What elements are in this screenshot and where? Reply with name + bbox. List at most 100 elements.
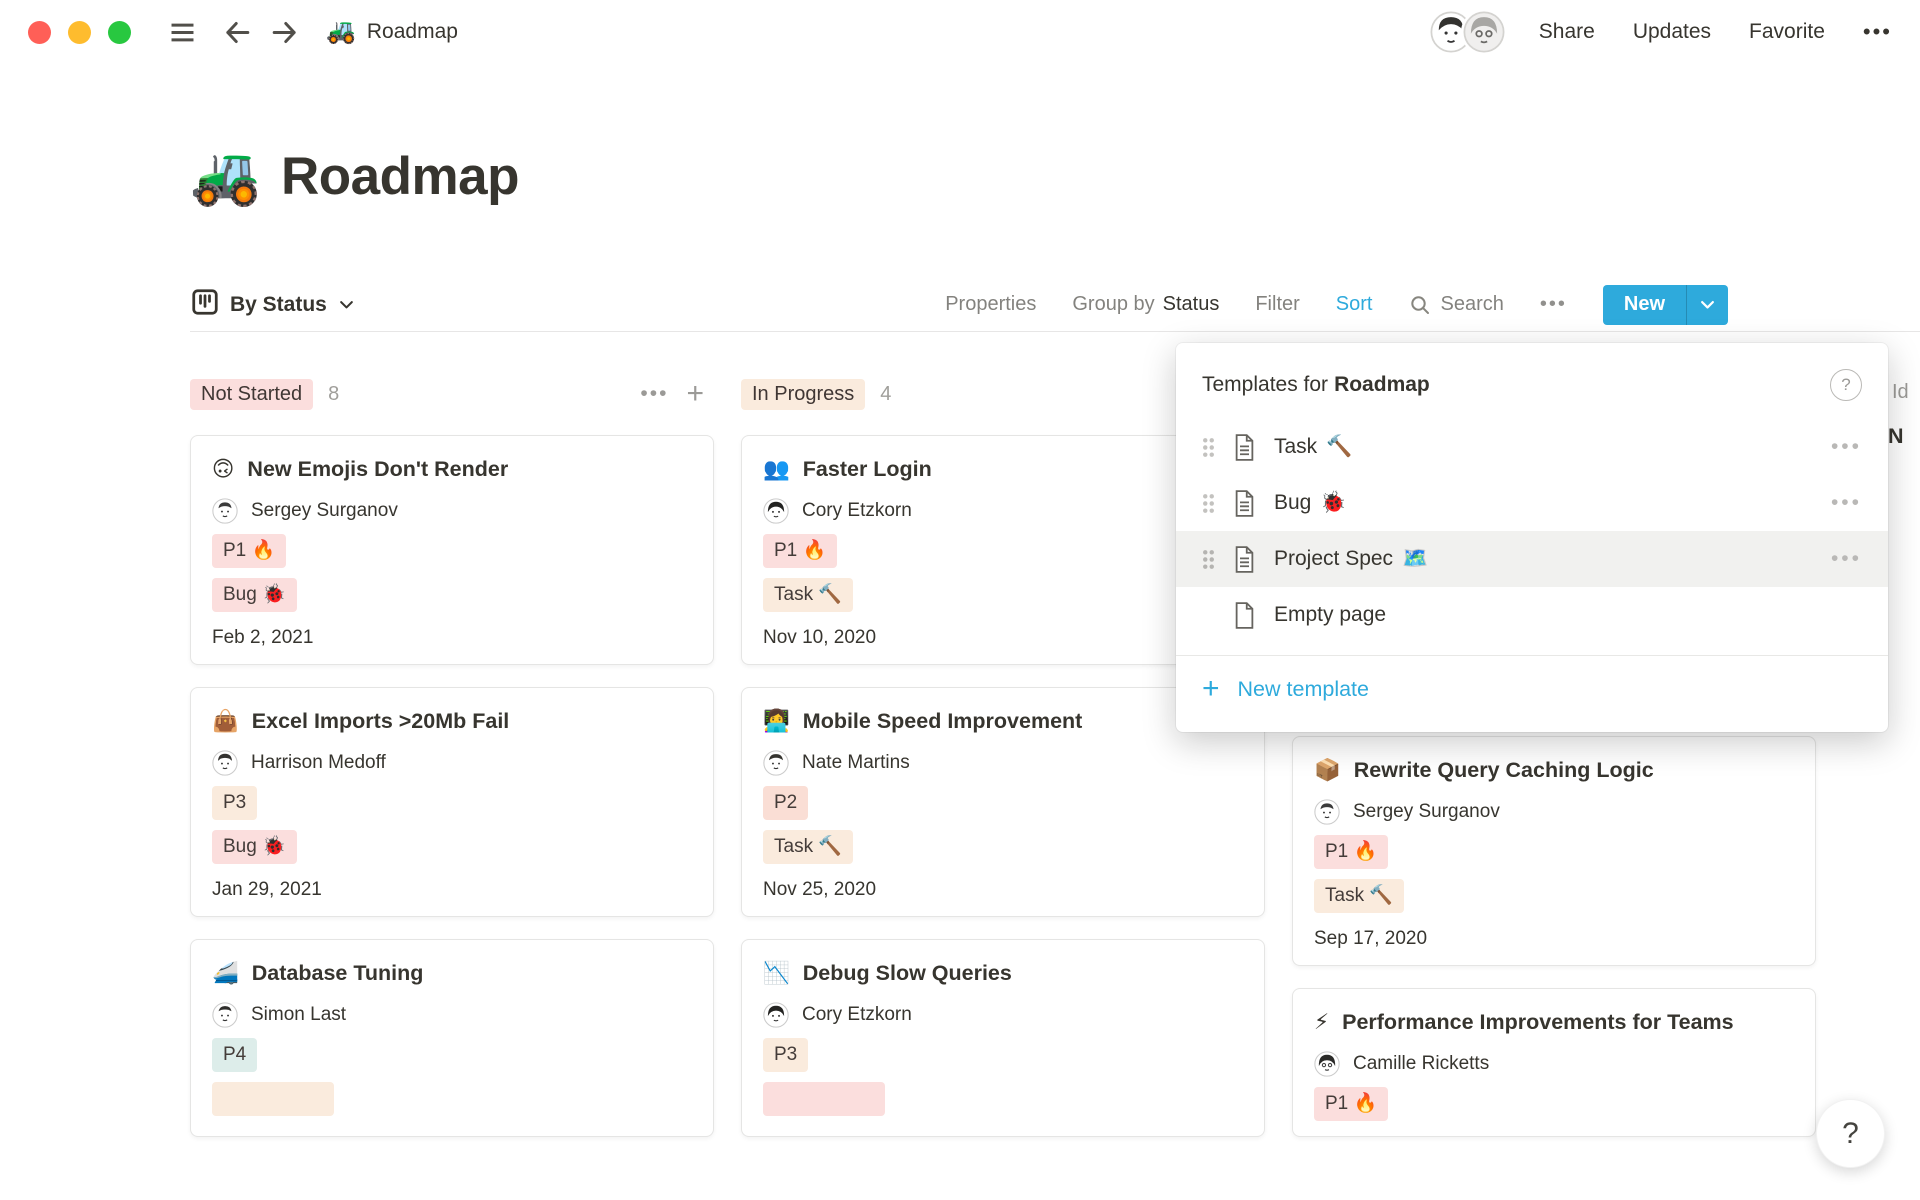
column-header: Not Started 8 ••• + (190, 376, 714, 412)
breadcrumb[interactable]: 🚜 Roadmap (326, 20, 458, 44)
search-button[interactable]: Search (1408, 293, 1503, 317)
card-emoji-icon: 🙃 (212, 457, 234, 481)
card-emoji-icon: 👩‍💻 (763, 709, 790, 733)
search-label: Search (1440, 293, 1503, 316)
avatar (212, 750, 238, 776)
breadcrumb-title: Roadmap (367, 20, 458, 44)
world-map-emoji-icon: 🗺️ (1402, 547, 1428, 571)
group-by-label: Group by (1072, 293, 1154, 316)
avatar (763, 498, 789, 524)
templates-title-name: Roadmap (1334, 373, 1430, 397)
board-card[interactable]: 👜Excel Imports >20Mb Fail Harrison Medof… (190, 687, 714, 917)
templates-dropdown: Templates for Roadmap ? Task 🔨 ••• Bug 🐞… (1176, 343, 1888, 732)
page-emoji-icon[interactable]: 🚜 (190, 148, 261, 205)
new-button[interactable]: New (1603, 285, 1728, 325)
template-item-project-spec[interactable]: Project Spec 🗺️ ••• (1176, 531, 1888, 587)
board-view-icon (190, 287, 220, 323)
card-person: Nate Martins (763, 750, 1243, 776)
card-title: 👩‍💻Mobile Speed Improvement (763, 705, 1243, 737)
favorite-button[interactable]: Favorite (1749, 20, 1825, 44)
column-count: 4 (880, 383, 891, 406)
column-more-icon[interactable]: ••• (640, 382, 668, 406)
board-card[interactable]: 📉Debug Slow Queries Cory Etzkorn P3 (741, 939, 1265, 1137)
card-person: Simon Last (212, 1002, 692, 1028)
board-card[interactable]: 🚄Database Tuning Simon Last P4 (190, 939, 714, 1137)
share-button[interactable]: Share (1539, 20, 1595, 44)
view-switcher[interactable]: By Status (190, 287, 356, 323)
traffic-lights (28, 21, 131, 44)
new-button-label[interactable]: New (1603, 285, 1686, 325)
card-emoji-icon: 📦 (1314, 758, 1341, 782)
card-date: Nov 10, 2020 (763, 627, 1243, 649)
properties-button[interactable]: Properties (945, 293, 1036, 316)
card-person: Cory Etzkorn (763, 498, 1243, 524)
new-button-chevron-icon[interactable] (1686, 285, 1728, 325)
priority-tag: P3 (763, 1038, 808, 1072)
drag-handle-icon[interactable] (1202, 437, 1216, 458)
template-more-icon[interactable]: ••• (1831, 491, 1862, 515)
card-person: Camille Ricketts (1314, 1051, 1794, 1077)
templates-help-icon[interactable]: ? (1830, 369, 1862, 401)
new-template-label: New template (1238, 677, 1369, 702)
board-card[interactable]: ⚡Performance Improvements for Teams Cami… (1292, 988, 1816, 1137)
board-column-not-started: Not Started 8 ••• + 🙃New Emojis Don't Re… (190, 376, 714, 1137)
view-toolbar: By Status Properties Group by Status Fil… (190, 278, 1920, 332)
drag-handle-icon[interactable] (1202, 549, 1216, 570)
card-date: Nov 25, 2020 (763, 879, 1243, 901)
updates-button[interactable]: Updates (1633, 20, 1711, 44)
group-by-button[interactable]: Group by Status (1072, 293, 1219, 316)
priority-tag: P1 🔥 (1314, 835, 1388, 869)
search-icon (1408, 293, 1432, 317)
sort-button[interactable]: Sort (1336, 293, 1373, 316)
card-title: 📦Rewrite Query Caching Logic (1314, 754, 1794, 786)
sidebar-menu-icon[interactable] (167, 17, 198, 48)
avatar (212, 1002, 238, 1028)
window-topbar: 🚜 Roadmap Share Updates Favorite ••• (0, 0, 1920, 64)
board-card[interactable]: 🙃New Emojis Don't Render Sergey Surganov… (190, 435, 714, 665)
more-options-icon[interactable]: ••• (1863, 19, 1892, 45)
collaborator-avatars[interactable] (1430, 11, 1505, 53)
group-by-value: Status (1163, 293, 1220, 316)
tractor-emoji-icon: 🚜 (326, 20, 356, 44)
type-tag: Bug 🐞 (212, 830, 297, 864)
type-tag (763, 1082, 885, 1116)
avatar (1463, 11, 1505, 53)
card-emoji-icon: 👥 (763, 457, 790, 481)
back-arrow-icon[interactable] (222, 17, 253, 48)
template-item-empty-page[interactable]: Empty page (1176, 587, 1888, 643)
toolbar-more-icon[interactable]: ••• (1540, 293, 1567, 316)
avatar (763, 1002, 789, 1028)
avatar (763, 750, 789, 776)
template-more-icon[interactable]: ••• (1831, 547, 1862, 571)
type-tag: Task 🔨 (763, 830, 853, 864)
type-tag: Task 🔨 (763, 578, 853, 612)
card-title: 👥Faster Login (763, 453, 1243, 485)
template-item-bug[interactable]: Bug 🐞 ••• (1176, 475, 1888, 531)
card-emoji-icon: 🚄 (212, 961, 239, 985)
priority-tag: P1 🔥 (212, 534, 286, 568)
close-window-button[interactable] (28, 21, 51, 44)
column-add-card-icon[interactable]: + (686, 379, 704, 409)
minimize-window-button[interactable] (68, 21, 91, 44)
ladybug-emoji-icon: 🐞 (1320, 491, 1346, 515)
card-emoji-icon: 📉 (763, 961, 790, 985)
filter-button[interactable]: Filter (1255, 293, 1299, 316)
template-item-task[interactable]: Task 🔨 ••• (1176, 419, 1888, 475)
column-count: 8 (328, 383, 339, 406)
hammer-emoji-icon: 🔨 (1326, 435, 1352, 459)
board-card[interactable]: 📦Rewrite Query Caching Logic Sergey Surg… (1292, 736, 1816, 966)
card-person: Sergey Surganov (212, 498, 692, 524)
card-title: 📉Debug Slow Queries (763, 957, 1243, 989)
column-status-badge: In Progress (741, 379, 865, 410)
forward-arrow-icon[interactable] (269, 17, 300, 48)
document-icon (1233, 546, 1256, 573)
card-date: Jan 29, 2021 (212, 879, 692, 901)
drag-handle-icon[interactable] (1202, 493, 1216, 514)
new-template-button[interactable]: + New template (1176, 656, 1888, 722)
card-emoji-icon: 👜 (212, 709, 239, 733)
page-title[interactable]: Roadmap (281, 146, 519, 207)
card-title: 🚄Database Tuning (212, 957, 692, 989)
template-more-icon[interactable]: ••• (1831, 435, 1862, 459)
help-button[interactable]: ? (1816, 1099, 1885, 1168)
zoom-window-button[interactable] (108, 21, 131, 44)
